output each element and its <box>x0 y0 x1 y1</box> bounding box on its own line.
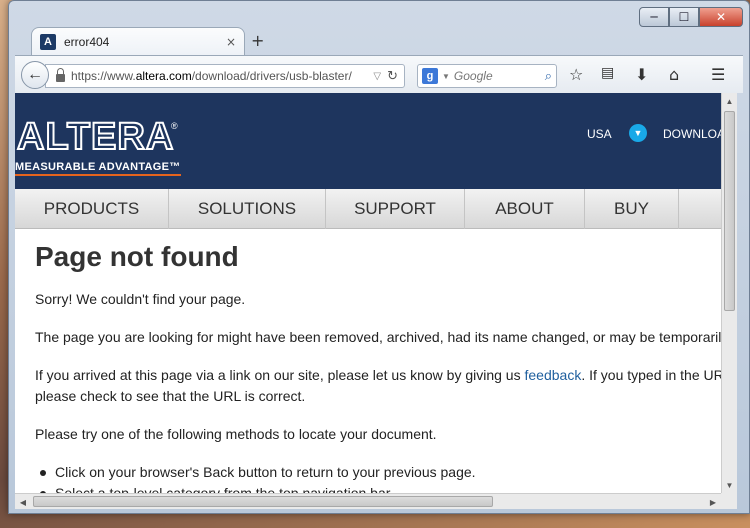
feedback-paragraph: If you arrived at this page via a link o… <box>35 367 721 404</box>
horizontal-scrollbar[interactable]: ◀ ▶ <box>15 493 721 509</box>
sorry-text: Sorry! We couldn't find your page. <box>35 291 246 307</box>
altera-favicon-icon: A <box>40 33 56 50</box>
list-item: Select a top-level category from the top… <box>35 483 701 493</box>
minimize-button[interactable]: ─ <box>639 7 669 27</box>
browser-window: ─ ☐ ✕ A error404 × + https://www.altera.… <box>8 0 750 514</box>
scroll-down-icon[interactable]: ▼ <box>722 477 737 493</box>
reload-icon[interactable]: ↻ <box>387 69 398 84</box>
reading-list-icon[interactable]: ▤ <box>601 65 614 81</box>
logo-registered-mark: ® <box>171 121 178 131</box>
search-bar[interactable]: g ▼ Google ⌕ <box>417 64 557 88</box>
main-content: Page not found Sorry! We couldn't find y… <box>15 229 721 493</box>
google-search-engine-icon[interactable]: g <box>422 68 438 84</box>
main-navigation: PRODUCTS SOLUTIONS SUPPORT ABOUT BUY <box>15 189 721 229</box>
nav-about[interactable]: ABOUT <box>465 189 585 229</box>
menu-icon[interactable]: ☰ <box>711 65 725 84</box>
nav-solutions[interactable]: SOLUTIONS <box>169 189 326 229</box>
bookmark-star-icon[interactable]: ☆ <box>569 65 583 84</box>
methods-list: Click on your browser's Back button to r… <box>35 462 701 493</box>
close-window-button[interactable]: ✕ <box>699 7 743 27</box>
tab-close-icon[interactable]: × <box>226 35 236 49</box>
tab-title: error404 <box>64 34 110 49</box>
vertical-scroll-thumb[interactable] <box>724 111 735 311</box>
navigation-toolbar: https://www.altera.com/download/drivers/… <box>15 55 743 93</box>
search-input[interactable]: Google <box>454 69 545 83</box>
page-viewport: ALTERA ® MEASURABLE ADVANTAGE™ USA ▼ DOW… <box>15 93 721 493</box>
nav-products[interactable]: PRODUCTS <box>15 189 169 229</box>
url-history-dropdown-icon[interactable]: ▽ <box>373 71 381 82</box>
window-controls: ─ ☐ ✕ <box>639 7 743 27</box>
nav-support[interactable]: SUPPORT <box>326 189 465 229</box>
back-arrow-icon: ← <box>27 66 43 83</box>
region-dropdown-icon[interactable]: ▼ <box>629 124 647 142</box>
scrollbar-corner <box>721 493 737 509</box>
scroll-left-icon[interactable]: ◀ <box>15 494 31 510</box>
scroll-right-icon[interactable]: ▶ <box>705 494 721 510</box>
methods-intro: Please try one of the following methods … <box>35 426 437 442</box>
feedback-link[interactable]: feedback <box>525 367 582 383</box>
horizontal-scroll-thumb[interactable] <box>33 496 493 507</box>
url-bar[interactable]: https://www.altera.com/download/drivers/… <box>45 64 405 88</box>
site-header: ALTERA ® MEASURABLE ADVANTAGE™ USA ▼ DOW… <box>15 93 721 189</box>
home-icon[interactable]: ⌂ <box>669 65 679 84</box>
vertical-scrollbar[interactable]: ▲ ▼ <box>721 93 737 493</box>
altera-logo[interactable]: ALTERA ® MEASURABLE ADVANTAGE™ <box>15 116 181 176</box>
tab-error404[interactable]: A error404 × <box>31 27 245 55</box>
scroll-up-icon[interactable]: ▲ <box>722 93 737 109</box>
page-title: Page not found <box>35 241 239 272</box>
search-engine-dropdown-icon[interactable]: ▼ <box>442 72 450 81</box>
url-text[interactable]: https://www.altera.com/download/drivers/… <box>71 69 367 83</box>
maximize-button[interactable]: ☐ <box>669 7 699 27</box>
logo-tagline: MEASURABLE ADVANTAGE™ <box>15 161 181 176</box>
new-tab-button[interactable]: + <box>251 31 264 50</box>
downloads-link[interactable]: DOWNLOADS <box>663 127 721 141</box>
region-label[interactable]: USA <box>587 127 612 141</box>
download-arrow-icon[interactable]: ⬇ <box>635 65 648 84</box>
search-magnifier-icon[interactable]: ⌕ <box>545 69 552 84</box>
logo-wordmark: ALTERA <box>16 116 175 158</box>
list-item: Click on your browser's Back button to r… <box>35 462 701 483</box>
nav-buy[interactable]: BUY <box>585 189 679 229</box>
back-button[interactable]: ← <box>21 61 49 89</box>
removed-text: The page you are looking for might have … <box>35 329 721 345</box>
lock-icon <box>56 68 65 82</box>
